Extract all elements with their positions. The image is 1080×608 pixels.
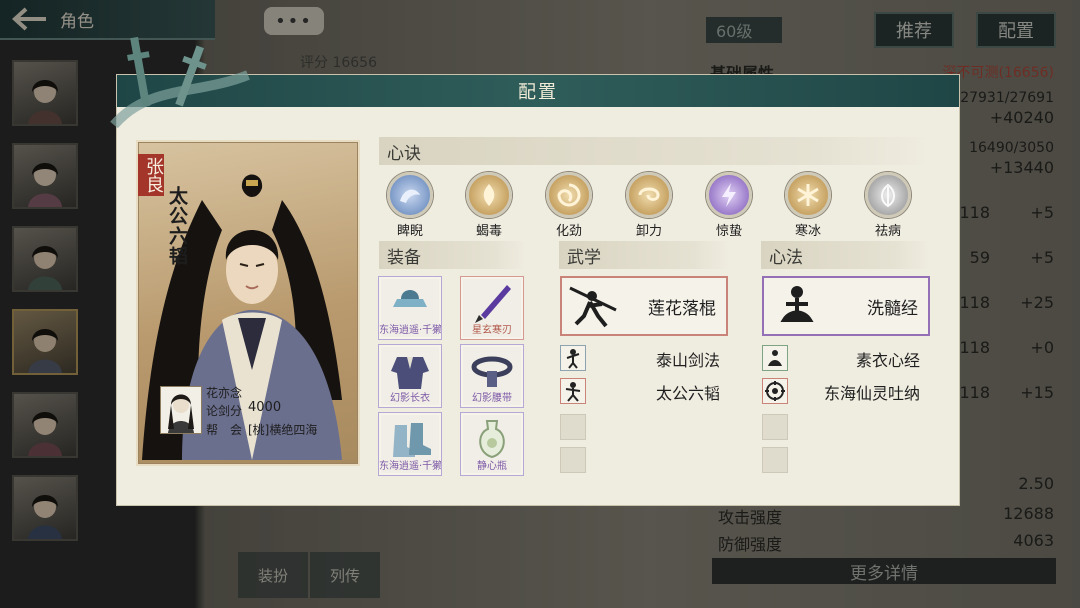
skill-name: 东海仙灵吐纳 — [823, 384, 920, 403]
xinjue-label: 寒冰 — [794, 224, 821, 239]
hat-icon — [393, 290, 427, 307]
wuxue-sub-skill[interactable]: 泰山剑法 — [560, 345, 720, 373]
skill-name: 太公六韬 — [655, 384, 720, 403]
xinjue-label: 卸力 — [635, 224, 662, 239]
player-guild-label: 帮 会 — [206, 423, 243, 437]
sword-stance-icon — [560, 345, 586, 371]
boots-icon — [393, 423, 431, 457]
xinjue-label: 惊蛰 — [715, 224, 742, 239]
skill-name: 莲花落棍 — [648, 298, 716, 319]
xinjue-item[interactable]: 惊蛰 — [699, 172, 759, 239]
xinjue-label: 蝎毒 — [475, 224, 502, 239]
blade-icon — [475, 285, 511, 323]
xinjue-item[interactable]: 化劲 — [539, 172, 599, 239]
seated-monk-icon — [762, 345, 788, 371]
xinfa-header: 心法 — [761, 241, 929, 269]
belt-icon — [471, 356, 513, 387]
xinjue-label: 睥睨 — [396, 224, 423, 239]
xinfa-main-skill[interactable]: 洗髓经 — [762, 276, 930, 336]
skill-name: 洗髓经 — [867, 298, 918, 319]
xinjue-item[interactable]: 卸力 — [619, 172, 679, 239]
equipment-slot[interactable]: 星玄寒刃 — [460, 276, 524, 340]
martial-pose-icon — [560, 378, 586, 404]
modal-title: 配置 — [518, 82, 558, 103]
player-guild: [桃]横绝四海 — [248, 423, 318, 437]
equipment-slot[interactable]: 东海逍遥·千獭 — [378, 276, 442, 340]
equipment-slot[interactable]: 幻影长衣 — [378, 344, 442, 408]
flame-icon — [466, 172, 512, 218]
dragon-icon — [387, 172, 433, 218]
xinjue-label: 祛病 — [874, 224, 901, 239]
player-score-label: 论剑分 — [206, 404, 243, 418]
xinjue-item[interactable]: 祛病 — [858, 172, 918, 239]
xinjue-item[interactable]: 睥睨 — [380, 172, 440, 239]
leaf-icon — [865, 172, 911, 218]
equipment-header: 装备 — [379, 241, 525, 269]
player-score: 4000 — [248, 400, 282, 415]
crossed-swords-icon — [110, 36, 250, 129]
wuxue-sub-skill[interactable]: 太公六韬 — [560, 378, 720, 406]
equipment-slot[interactable]: 幻影腰带 — [460, 344, 524, 408]
wuxue-header: 武学 — [559, 241, 729, 269]
vortex-icon — [546, 172, 592, 218]
character-book-title: 太公六韬 — [166, 186, 188, 266]
snowflake-icon — [785, 172, 831, 218]
equipment-label: 幻影长衣 — [390, 393, 430, 404]
vase-icon — [479, 420, 505, 459]
meditation-icon — [780, 286, 814, 322]
xinjue-header: 心诀 — [379, 137, 929, 165]
wuxue-main-skill[interactable]: 莲花落棍 — [560, 276, 728, 336]
equipment-label: 东海逍遥·千獭 — [379, 461, 441, 472]
equipment-slot[interactable]: 东海逍遥·千獭 — [378, 412, 442, 476]
equipment-label: 东海逍遥·千獭 — [379, 325, 441, 336]
xinfa-sub-skill[interactable]: 素衣心经 — [762, 345, 920, 373]
empty-skill-slot[interactable] — [762, 447, 788, 473]
skill-name: 泰山剑法 — [655, 351, 720, 370]
xinjue-item[interactable]: 蝎毒 — [459, 172, 519, 239]
xinjue-label: 化劲 — [555, 224, 582, 239]
lotus-emblem-icon — [762, 378, 788, 404]
equipment-label: 静心瓶 — [477, 461, 507, 472]
player-avatar — [160, 386, 202, 434]
player-info: 花亦念 论剑分 4000 帮 会 [桃]横绝四海 — [160, 384, 350, 437]
lightning-icon — [706, 172, 752, 218]
equipment-label: 星玄寒刃 — [472, 325, 512, 336]
swirl-icon — [626, 172, 672, 218]
xinjue-item[interactable]: 寒冰 — [778, 172, 838, 239]
xinfa-sub-skill[interactable]: 东海仙灵吐纳 — [762, 378, 920, 406]
equipment-label: 幻影腰带 — [472, 393, 512, 404]
robe-icon — [391, 357, 429, 389]
equipment-slot[interactable]: 静心瓶 — [460, 412, 524, 476]
empty-skill-slot[interactable] — [560, 414, 586, 440]
empty-skill-slot[interactable] — [560, 447, 586, 473]
empty-skill-slot[interactable] — [762, 414, 788, 440]
character-name-tag: 张良 — [138, 154, 164, 196]
staff-fighter-icon — [569, 286, 617, 328]
skill-name: 素衣心经 — [855, 351, 920, 370]
player-name: 花亦念 — [206, 386, 243, 400]
